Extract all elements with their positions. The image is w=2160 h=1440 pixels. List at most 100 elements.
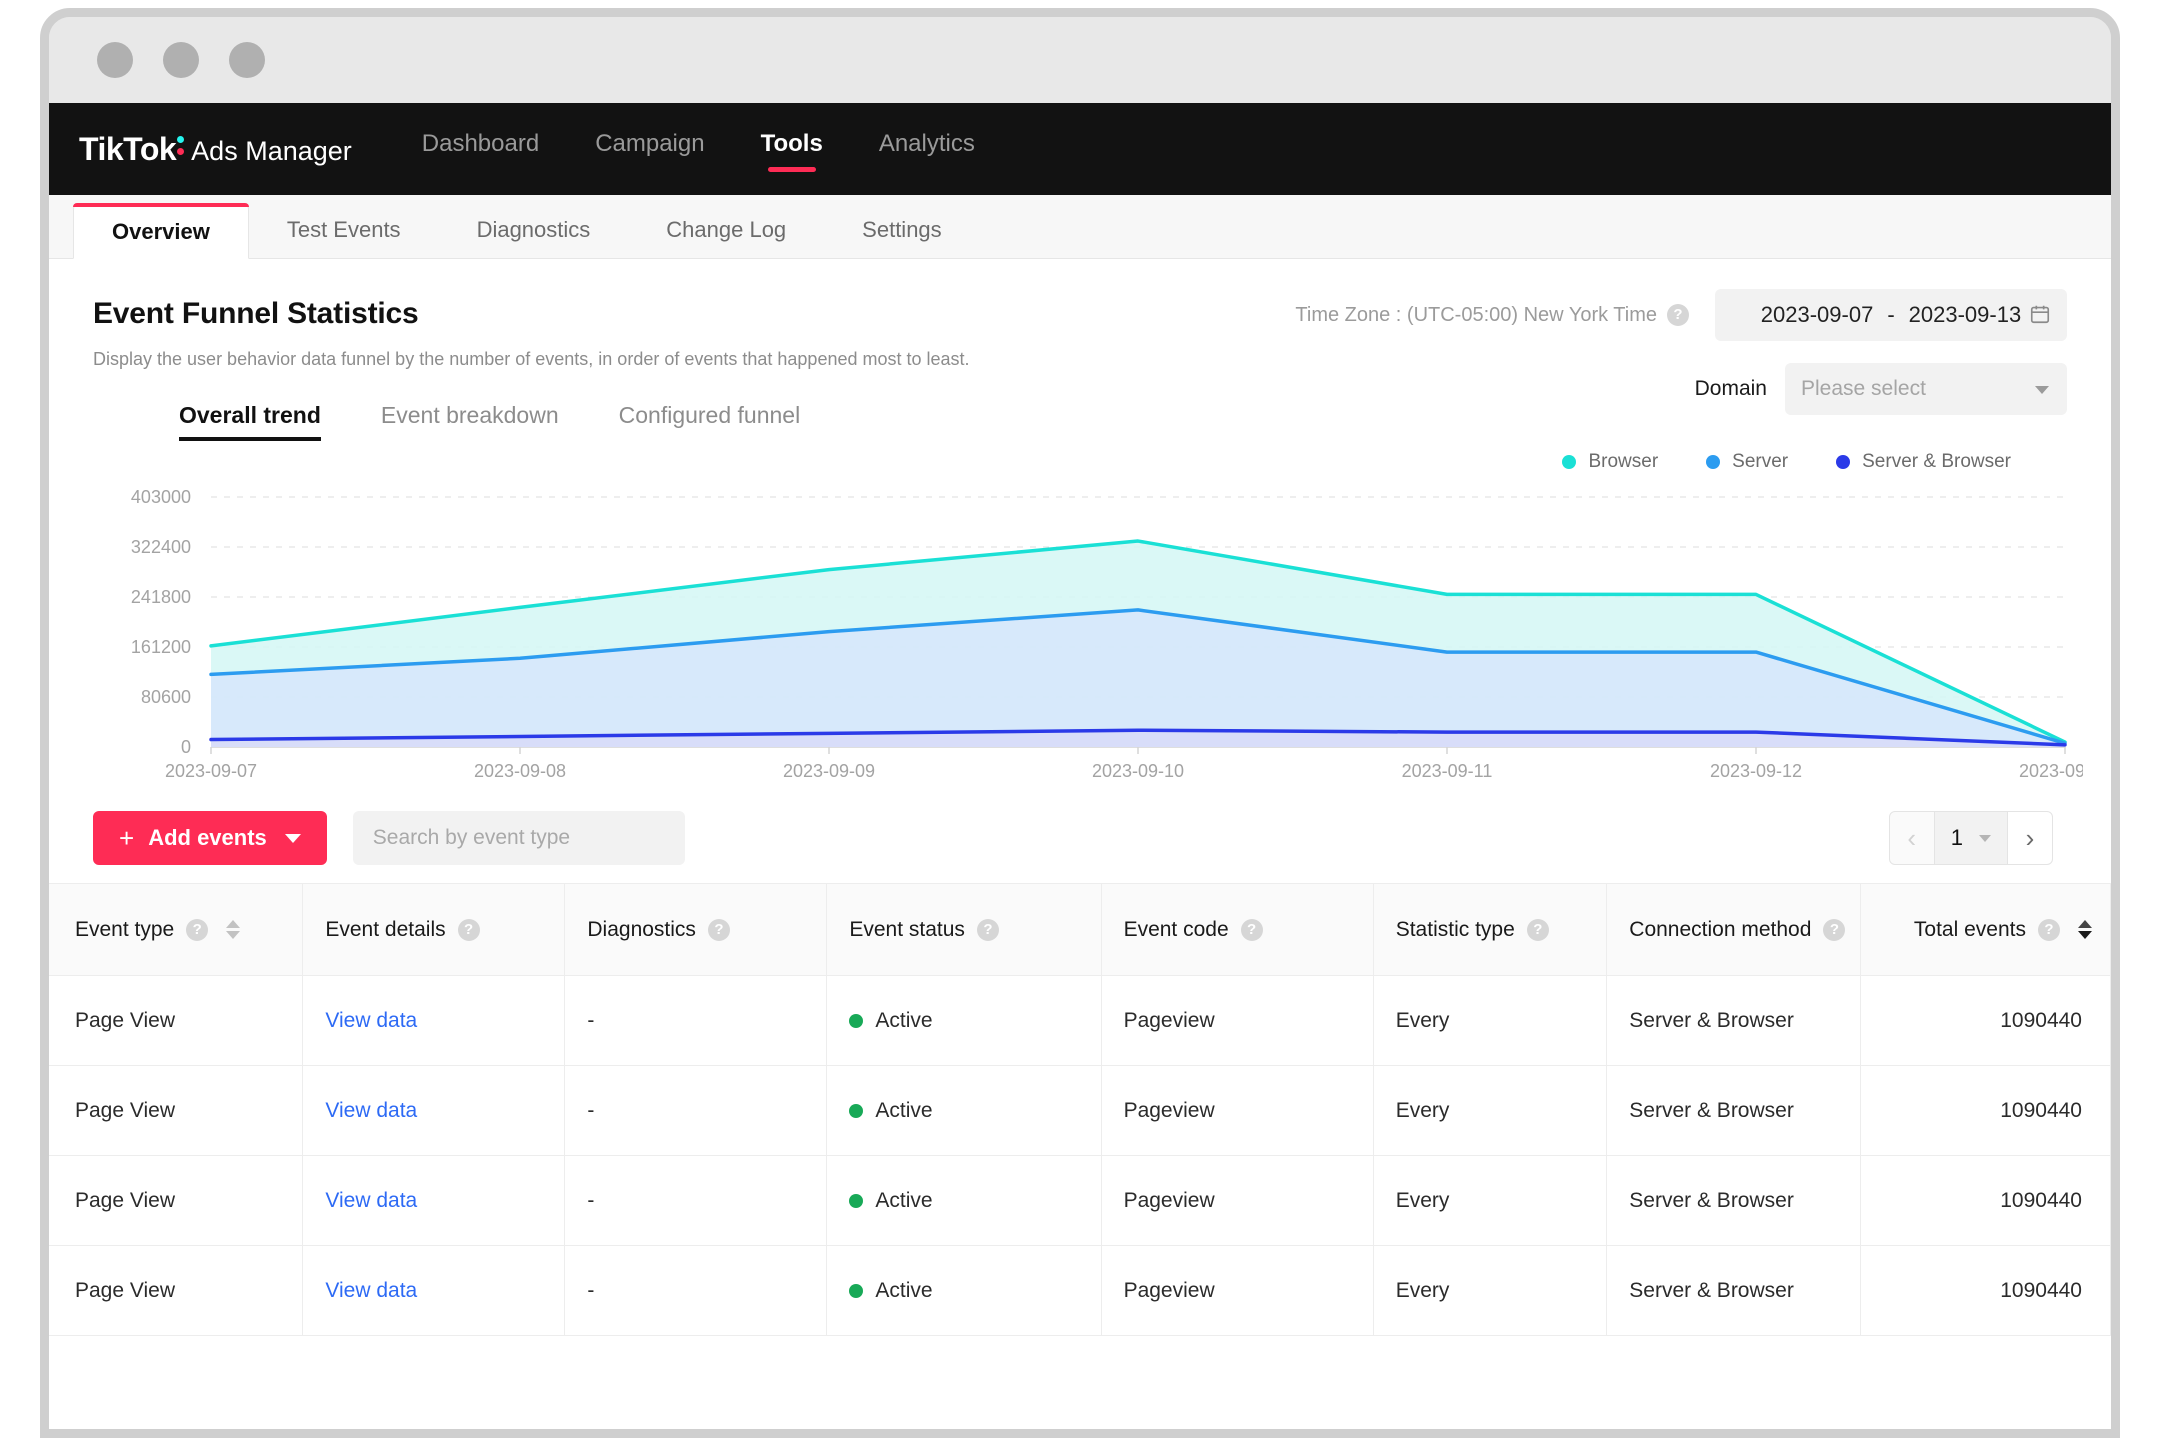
cell-connection-method: Server & Browser [1606,1065,1862,1156]
column-label-event-details: Event details [325,917,446,941]
top-navbar: TikTok Ads Manager Dashboard Campaign To… [49,103,2111,195]
view-data-link[interactable]: View data [325,1099,417,1122]
y-axis-tick-label: 403000 [131,489,191,507]
legend-dot-server [1706,455,1721,469]
column-header-event-status[interactable]: Event status ? [826,883,1102,976]
date-range-end: 2023-09-13 [1908,302,2022,327]
window-maximize-dot[interactable] [229,42,265,78]
brand-colon-icon [177,134,187,160]
plus-icon: + [119,822,135,853]
x-axis-tick-label: 2023-09-11 [1402,761,1493,781]
column-header-event-type[interactable]: Event type ? [49,883,304,976]
nav-item-dashboard[interactable]: Dashboard [420,126,541,172]
pagination-prev-button[interactable]: ‹ [1888,811,1935,865]
legend-label-server-browser: Server & Browser [1862,451,2011,472]
brand-tiktok-text: TikTok [79,130,177,167]
legend-item-server-browser[interactable]: Server & Browser [1836,451,2011,473]
window-minimize-dot[interactable] [163,42,199,78]
trend-tab-event-breakdown[interactable]: Event breakdown [381,402,559,441]
cell-event-status: Active [826,1155,1102,1246]
window-close-dot[interactable] [97,42,133,78]
sub-tabs: Overview Test Events Diagnostics Change … [49,195,2111,259]
legend-dot-server-browser [1836,455,1851,469]
column-header-event-details[interactable]: Event details ? [302,883,566,976]
date-range-picker[interactable]: 2023-09-07 - 2023-09-13 [1715,289,2067,341]
legend-item-server[interactable]: Server [1706,451,1788,473]
cell-event-code: Pageview [1101,975,1374,1066]
column-label-event-status: Event status [849,917,965,941]
status-label: Active [875,1098,933,1122]
table-body: Page View View data - Active Pageview Every Se… [49,975,2111,1336]
y-axis-tick-label: 241800 [131,587,191,607]
help-icon-statistic-type[interactable]: ? [1526,918,1549,941]
x-axis-tick-label: 2023-09-07 [165,761,257,781]
cell-event-code: Pageview [1101,1155,1374,1246]
timezone-row: Time Zone : (UTC-05:00) New York Time ? … [1295,289,2067,341]
help-icon-event-type[interactable]: ? [186,918,209,941]
status-badge: Active [849,1189,1100,1213]
table-row[interactable]: Page View View data - Active Pageview Every Se… [49,1245,2111,1336]
help-icon-connection-method[interactable]: ? [1823,918,1846,941]
y-axis-tick-label: 161200 [131,637,191,657]
help-icon-event-details[interactable]: ? [457,918,480,941]
cell-total-events: 1090440 [1860,1155,2111,1246]
events-table: Event type ? Event details ? Diagnostics… [49,883,2111,1336]
nav-item-tools[interactable]: Tools [759,126,825,172]
tab-overview[interactable]: Overview [73,203,249,259]
column-header-total-events[interactable]: Total events ? [1860,883,2111,976]
trend-tab-configured-funnel[interactable]: Configured funnel [619,402,801,441]
table-row[interactable]: Page View View data - Active Pageview Every Se… [49,1155,2111,1246]
status-label: Active [875,1008,933,1032]
help-icon-total-events[interactable]: ? [2038,918,2060,941]
column-label-event-type: Event type [75,917,175,941]
table-row[interactable]: Page View View data - Active Pageview Every Se… [49,975,2111,1066]
sort-icon-event-type[interactable] [226,920,241,939]
sort-icon-total-events[interactable] [2078,920,2092,939]
status-badge: Active [849,1279,1100,1303]
column-label-connection-method: Connection method [1629,917,1812,941]
domain-select[interactable]: Please select [1785,363,2067,415]
tab-settings[interactable]: Settings [824,202,980,258]
x-axis-tick-label: 2023-09-13 [2019,761,2083,781]
legend-item-browser[interactable]: Browser [1562,451,1658,473]
chevron-down-icon-pagination [1979,834,1991,842]
nav-item-analytics[interactable]: Analytics [877,126,977,172]
cell-event-code: Pageview [1101,1065,1374,1156]
cell-connection-method: Server & Browser [1606,1155,1862,1246]
help-icon-diagnostics[interactable]: ? [707,918,730,941]
cell-event-status: Active [826,1245,1102,1336]
pagination-next-button[interactable]: › [2007,811,2053,865]
cell-event-details: View data [302,975,566,1066]
help-icon-event-status[interactable]: ? [976,918,999,941]
cell-diagnostics: - [564,975,828,1066]
add-events-button[interactable]: + Add events [93,811,327,865]
top-nav-items: Dashboard Campaign Tools Analytics [420,126,977,172]
view-data-link[interactable]: View data [325,1009,417,1032]
table-row[interactable]: Page View View data - Active Pageview Every Se… [49,1065,2111,1156]
help-icon[interactable]: ? [1667,304,1689,326]
tab-diagnostics[interactable]: Diagnostics [439,202,629,258]
chevron-right-icon: › [2025,823,2035,853]
tab-change-log[interactable]: Change Log [628,202,824,258]
add-events-label: Add events [148,825,267,850]
nav-item-campaign[interactable]: Campaign [593,126,706,172]
cell-statistic-type: Every [1373,1065,1608,1156]
domain-label: Domain [1694,377,1767,400]
trend-tab-overall-trend[interactable]: Overall trend [179,402,321,441]
help-icon-event-code[interactable]: ? [1240,918,1263,941]
y-axis-tick-label: 322400 [131,537,191,557]
tab-test-events[interactable]: Test Events [249,202,439,258]
column-header-diagnostics[interactable]: Diagnostics ? [564,883,828,976]
column-label-total-events: Total events [1913,917,2026,941]
pagination-page-select[interactable]: 1 [1934,811,2007,865]
view-data-link[interactable]: View data [325,1189,417,1212]
cell-event-type: Page View [49,1245,304,1336]
cell-event-type: Page View [49,1155,304,1246]
brand-logo[interactable]: TikTok Ads Manager [79,131,352,168]
column-header-event-code[interactable]: Event code ? [1101,883,1374,976]
legend-label-server: Server [1732,451,1789,472]
column-header-statistic-type[interactable]: Statistic type ? [1373,883,1608,976]
view-data-link[interactable]: View data [325,1279,417,1302]
column-header-connection-method[interactable]: Connection method ? [1606,883,1862,976]
search-input[interactable] [352,811,685,865]
